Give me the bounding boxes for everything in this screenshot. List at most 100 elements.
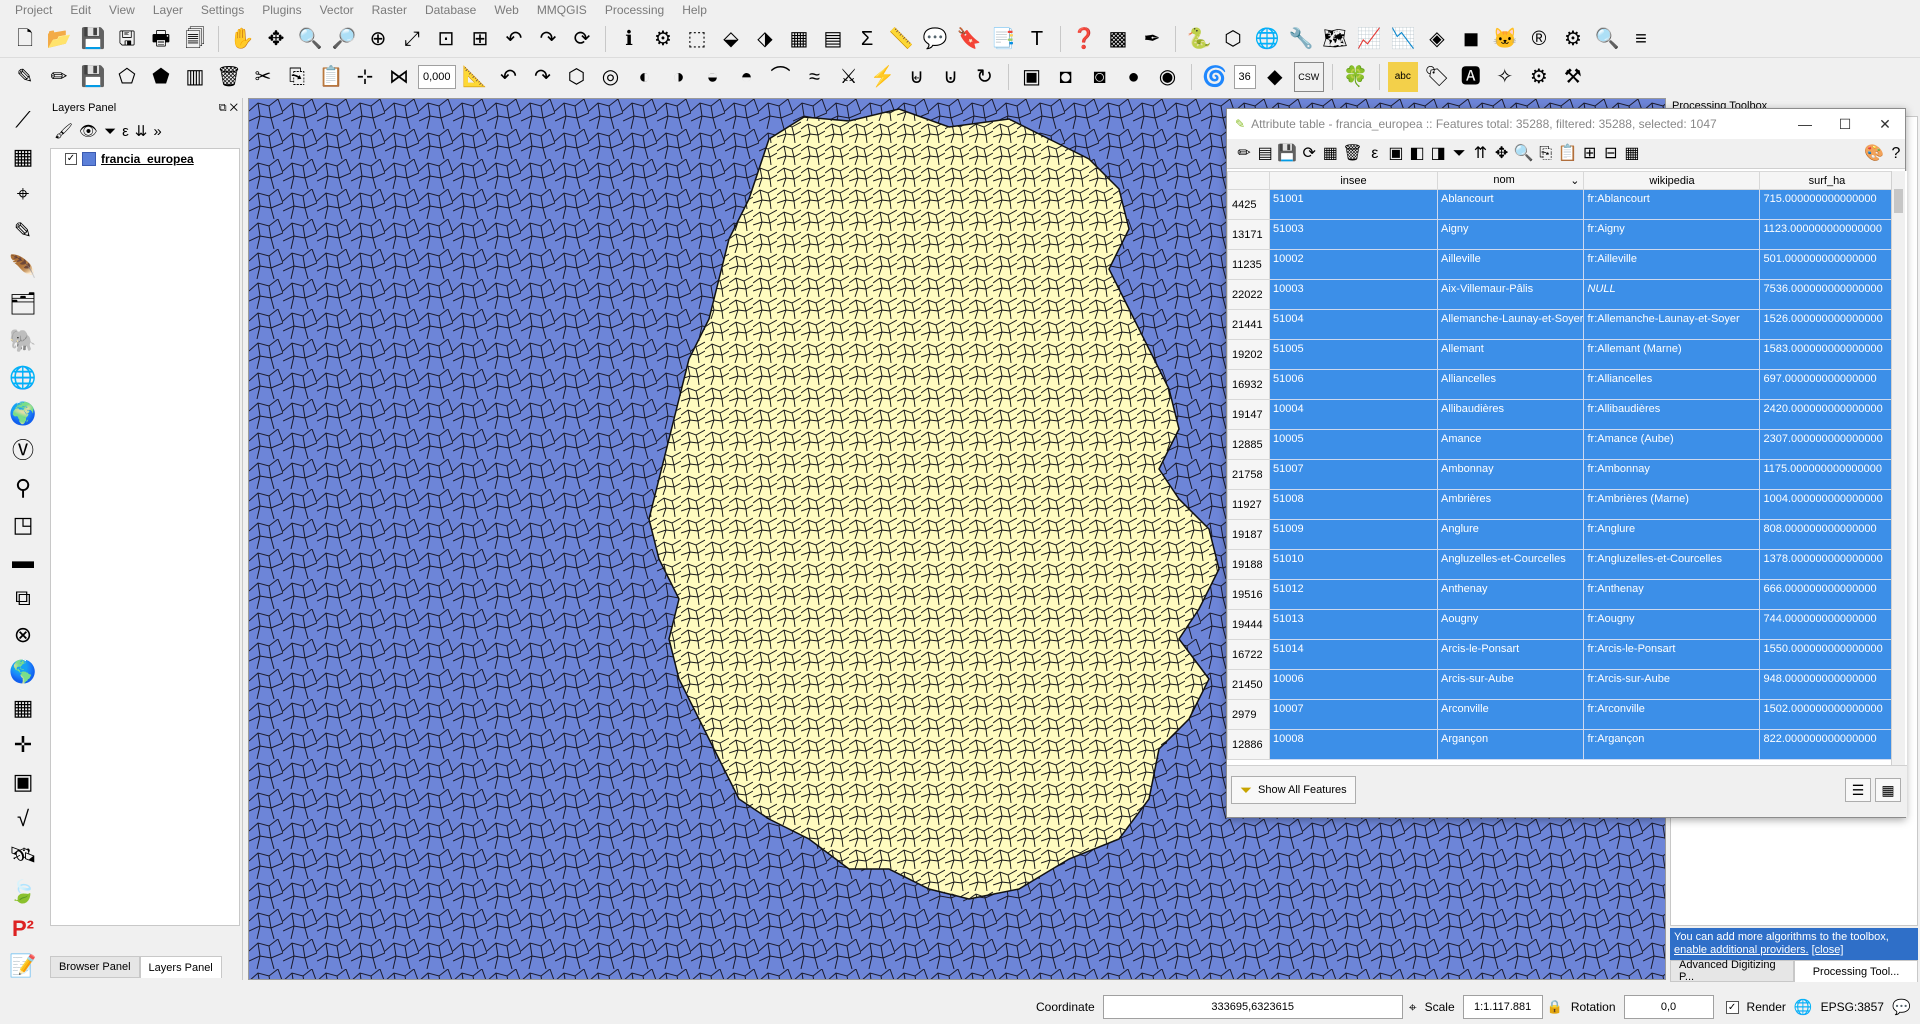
cell-insee[interactable]: 51009 [1269, 519, 1438, 550]
menu-vector[interactable]: Vector [311, 3, 363, 17]
scale-lock-icon[interactable]: 🔒 [1547, 999, 1563, 1015]
table-row[interactable]: 19187 51009 Anglure fr:Anglure 808.000000000… [1227, 519, 1895, 550]
crs-globe-icon[interactable]: 🌐 [1794, 998, 1813, 1016]
zoom-out-icon[interactable]: 🔎 [329, 24, 359, 54]
minimize-button[interactable]: — [1785, 109, 1825, 139]
cell-surf-ha[interactable]: 697.000000000000000 [1759, 369, 1895, 400]
plugin-digitize-icon[interactable]: ✒ [1137, 24, 1167, 54]
cell-insee[interactable]: 51010 [1269, 549, 1438, 580]
plugin-cat-icon[interactable]: 🐱 [1490, 24, 1520, 54]
row-number[interactable]: 22022 [1227, 279, 1270, 310]
cell-surf-ha[interactable]: 666.000000000000000 [1759, 579, 1895, 610]
label-change-icon[interactable]: ◉ [1153, 62, 1183, 92]
cell-surf-ha[interactable]: 1583.000000000000000 [1759, 339, 1895, 370]
cell-wikipedia[interactable]: fr:Aigny [1583, 219, 1761, 250]
row-number[interactable]: 12886 [1227, 729, 1270, 760]
table-row[interactable]: 12886 10008 Argançon fr:Argançon 822.0000000… [1227, 729, 1895, 760]
field-calculator-icon[interactable]: ▦ [1623, 141, 1641, 167]
delete-field-icon[interactable]: ⊟ [1602, 141, 1620, 167]
label-diagram-icon[interactable]: 🅰 [1456, 62, 1486, 92]
cell-wikipedia[interactable]: fr:Ailleville [1583, 249, 1761, 280]
scale-combobox[interactable]: 1:1.117.881 [1462, 995, 1543, 1019]
delete-part-icon[interactable]: ◓ [732, 62, 762, 92]
filter-legend-icon[interactable]: ⏷ [104, 123, 116, 140]
cell-nom[interactable]: Angluzelles-et-Courcelles [1436, 549, 1585, 580]
cell-surf-ha[interactable]: 1502.000000000000000 [1759, 699, 1895, 730]
pan-to-selection-icon[interactable]: ✥ [261, 24, 291, 54]
cell-surf-ha[interactable]: 2420.000000000000000 [1759, 399, 1895, 430]
cell-insee[interactable]: 10005 [1269, 429, 1438, 460]
cell-wikipedia[interactable]: fr:Ambrières (Marne) [1583, 489, 1761, 520]
table-row[interactable]: 21450 10006 Arcis-sur-Aube fr:Arcis-sur-Aub… [1227, 669, 1895, 700]
modify-attributes-icon[interactable]: ▥ [180, 62, 210, 92]
cell-nom[interactable]: Amance [1436, 429, 1585, 460]
cell-wikipedia[interactable]: fr:Allemanche-Launay-et-Soyer [1583, 309, 1761, 340]
cell-nom[interactable]: Aougny [1436, 609, 1585, 640]
column-header-surf-ha[interactable]: surf_ha [1759, 171, 1895, 190]
cell-nom[interactable]: Arcis-sur-Aube [1436, 669, 1585, 700]
open-project-icon[interactable]: 📂 [44, 24, 74, 54]
new-bookmark-icon[interactable]: 🔖 [954, 24, 984, 54]
table-row[interactable]: 11235 10002 Ailleville fr:Ailleville 501.000… [1227, 249, 1895, 280]
advanced-digitize-icon[interactable]: ⬡ [562, 62, 592, 92]
table-row[interactable]: 4425 51001 Ablancourt fr:Ablancourt 715.0000… [1227, 189, 1895, 220]
row-number[interactable]: 13171 [1227, 219, 1270, 250]
cell-nom[interactable]: Aix-Villemaur-Pâlis [1436, 279, 1585, 310]
text-annotation-icon[interactable]: T [1022, 24, 1052, 54]
cell-insee[interactable]: 51001 [1269, 189, 1438, 220]
row-number[interactable]: 19187 [1227, 519, 1270, 550]
row-number[interactable]: 19202 [1227, 339, 1270, 370]
cell-surf-ha[interactable]: 7536.000000000000000 [1759, 279, 1895, 310]
row-number[interactable]: 19516 [1227, 579, 1270, 610]
cell-nom[interactable]: Ambonnay [1436, 459, 1585, 490]
cell-nom[interactable]: Arconville [1436, 699, 1585, 730]
add-spatialite-icon[interactable]: 🪶 [8, 253, 38, 282]
collapse-all-icon[interactable]: » [153, 123, 161, 140]
close-info-link[interactable]: [close] [1812, 944, 1844, 956]
copy-rows-icon[interactable]: ⎘ [1537, 141, 1555, 167]
cell-surf-ha[interactable]: 1378.000000000000000 [1759, 549, 1895, 580]
row-number[interactable]: 21441 [1227, 309, 1270, 340]
add-grid-icon[interactable]: ▦ [8, 694, 38, 723]
cell-surf-ha[interactable]: 822.000000000000000 [1759, 729, 1895, 760]
georeferencer-icon[interactable]: 🗺 [1320, 24, 1350, 54]
zoom-to-selection-icon[interactable]: ⊡ [431, 24, 461, 54]
toggle-multi-edit-icon[interactable]: ▤ [1256, 141, 1274, 167]
save-as-icon[interactable]: 🖫 [112, 24, 142, 54]
fill-ring-icon[interactable]: ◑ [664, 62, 694, 92]
row-number[interactable]: 11927 [1227, 489, 1270, 520]
cell-wikipedia[interactable]: fr:Anglure [1583, 519, 1761, 550]
split-parts-icon[interactable]: ⚡ [868, 62, 898, 92]
row-number[interactable]: 11235 [1227, 249, 1270, 280]
zoom-in-icon[interactable]: 🔍 [295, 24, 325, 54]
cell-wikipedia[interactable]: fr:Arconville [1583, 699, 1761, 730]
expand-all-icon[interactable]: ⇊ [135, 122, 148, 140]
open-attribute-table-icon[interactable]: ▦ [784, 24, 814, 54]
filter-select-icon[interactable]: ⏷ [1450, 141, 1468, 167]
add-xyz-icon[interactable]: ⚲ [8, 474, 38, 503]
add-wms-icon[interactable]: 🌐 [8, 363, 38, 392]
cell-nom[interactable]: Argançon [1436, 729, 1585, 760]
cell-insee[interactable]: 51006 [1269, 369, 1438, 400]
zoom-last-icon[interactable]: ↶ [499, 24, 529, 54]
plugin-ref-icon[interactable]: ® [1524, 24, 1554, 54]
table-row[interactable]: 13171 51003 Aigny fr:Aigny 1123.000000000000… [1227, 219, 1895, 250]
cell-insee[interactable]: 10004 [1269, 399, 1438, 430]
label-pin-icon[interactable]: ▣ [1017, 62, 1047, 92]
delete-selected-icon[interactable]: 🗑 [1342, 141, 1362, 167]
table-row[interactable]: 12885 10005 Amance fr:Amance (Aube) 2307.000… [1227, 429, 1895, 460]
add-mesh-layer-icon[interactable]: ⌖ [8, 180, 38, 209]
map-tips-icon[interactable]: 💬 [920, 24, 950, 54]
merge-attributes-icon[interactable]: ⊍ [936, 62, 966, 92]
menu-settings[interactable]: Settings [192, 3, 253, 17]
plugin-green-icon[interactable]: 🍀 [1341, 62, 1371, 92]
select-features-icon[interactable]: ⬚ [682, 24, 712, 54]
plugin-square-icon[interactable]: ◼ [1456, 24, 1486, 54]
new-temporary-layer-icon[interactable]: ⊗ [8, 621, 38, 650]
cell-surf-ha[interactable]: 1526.000000000000000 [1759, 309, 1895, 340]
table-row[interactable]: 16932 51006 Alliancelles fr:Alliancelles 697… [1227, 369, 1895, 400]
panel-close-icon[interactable]: ⧉ ✕ [219, 102, 238, 115]
cell-nom[interactable]: Allemant [1436, 339, 1585, 370]
add-feature-icon[interactable]: ▦ [1321, 141, 1339, 167]
cell-surf-ha[interactable]: 715.000000000000000 [1759, 189, 1895, 220]
